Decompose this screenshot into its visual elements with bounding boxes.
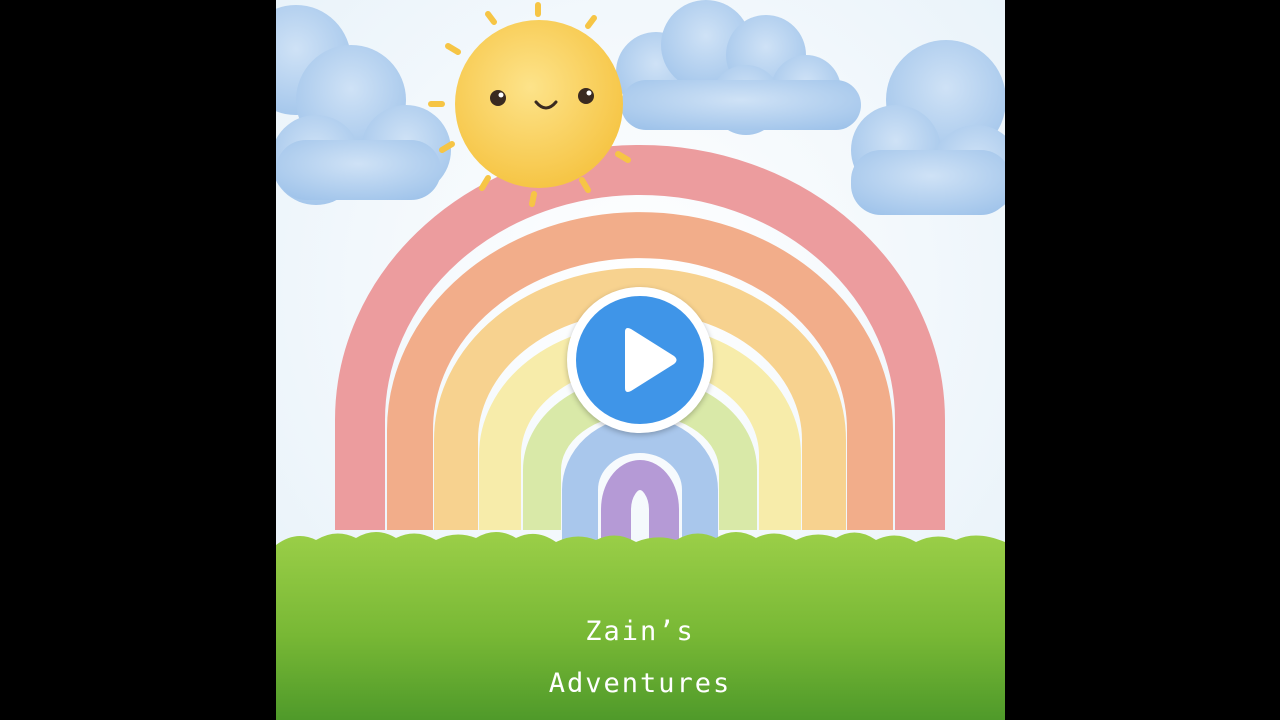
video-title-line-1: Zain’s <box>585 616 695 647</box>
video-player[interactable]: Zain’s Adventures <box>0 0 1280 720</box>
video-title-line-2: Adventures <box>549 668 732 699</box>
play-button-fill <box>576 296 704 424</box>
play-button[interactable] <box>567 287 713 433</box>
play-icon <box>625 328 677 392</box>
